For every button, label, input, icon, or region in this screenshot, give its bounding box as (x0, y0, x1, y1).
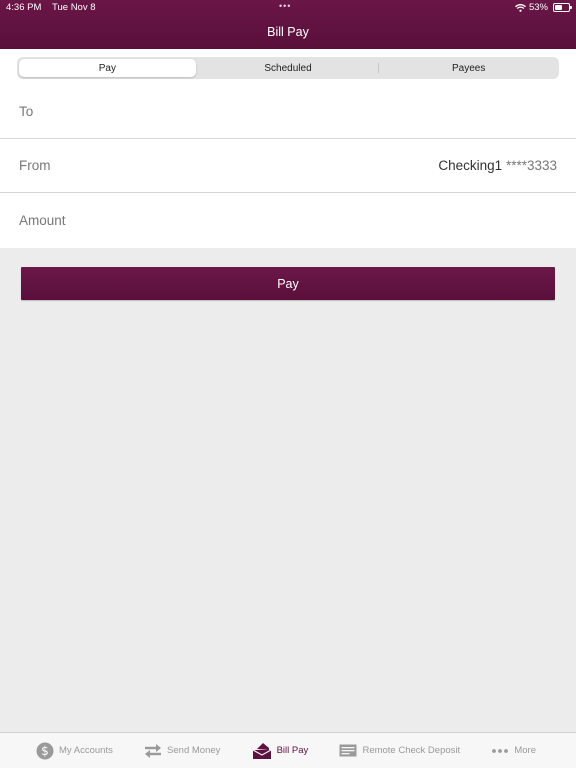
amount-label: Amount (19, 213, 66, 228)
status-date: Tue Nov 8 (52, 2, 96, 13)
tab-label: My Accounts (59, 745, 113, 756)
tab-label: Bill Pay (276, 745, 309, 756)
battery-icon (553, 3, 572, 12)
to-field[interactable]: To (0, 85, 576, 139)
to-label: To (19, 104, 34, 119)
from-field[interactable]: From Checking1 ****3333 (0, 139, 576, 193)
envelope-bill-icon (252, 742, 271, 759)
segmented-control: Pay Scheduled Payees (17, 57, 559, 79)
status-bar-right: 53% (515, 2, 572, 13)
pay-button[interactable]: Pay (21, 267, 555, 300)
tab-bill-pay[interactable]: Bill Pay (252, 742, 309, 760)
battery-percent: 53% (528, 2, 548, 13)
bill-pay-form: To From Checking1 ****3333 Amount (0, 85, 576, 248)
svg-text:$: $ (41, 744, 49, 758)
nav-header: 4:36 PM Tue Nov 8 ••• 53% Bill Pay (0, 0, 576, 49)
segmented-control-bar: Pay Scheduled Payees (0, 49, 576, 85)
wifi-icon (515, 3, 526, 12)
transfer-arrows-icon (145, 743, 162, 758)
check-icon (339, 744, 357, 757)
tab-label: Send Money (167, 745, 221, 756)
status-time: 4:36 PM (6, 2, 42, 13)
segment-pay[interactable]: Pay (19, 59, 196, 77)
segment-scheduled[interactable]: Scheduled (200, 59, 377, 77)
multitask-dots[interactable]: ••• (279, 1, 291, 11)
page-title: Bill Pay (267, 25, 309, 39)
status-bar-left: 4:36 PM Tue Nov 8 (6, 2, 96, 13)
tab-send-money[interactable]: Send Money (144, 743, 220, 759)
from-account-name: Checking1 (438, 158, 503, 173)
tab-remote-check-deposit[interactable]: Remote Check Deposit (339, 744, 460, 757)
tab-label: More (514, 745, 536, 756)
more-dots-icon (492, 748, 509, 753)
from-label: From (19, 158, 51, 173)
amount-field[interactable]: Amount (0, 193, 576, 248)
segment-payees[interactable]: Payees (378, 59, 557, 77)
tab-label: Remote Check Deposit (362, 745, 461, 756)
tab-more[interactable]: More (491, 745, 536, 756)
tab-my-accounts[interactable]: $ My Accounts (36, 742, 113, 760)
from-account-value: Checking1 ****3333 (438, 158, 557, 173)
dollar-circle-icon: $ (36, 742, 54, 759)
tab-bar: $ My Accounts Send Money Bill Pay Remote… (0, 732, 576, 768)
from-account-mask: ****3333 (505, 158, 557, 173)
